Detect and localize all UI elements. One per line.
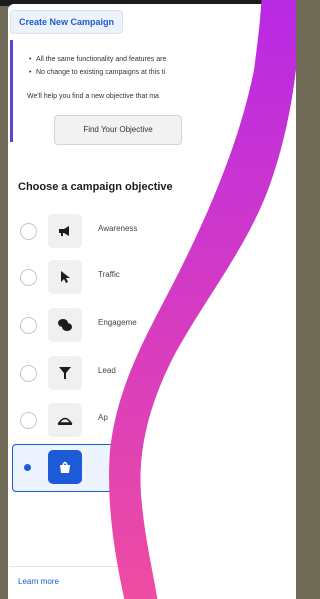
radio-button-selected[interactable] — [24, 464, 31, 471]
objective-option-sales[interactable] — [14, 447, 296, 487]
learn-more-link[interactable]: Learn more — [18, 577, 59, 586]
objective-option-engagement[interactable]: Engageme — [14, 305, 296, 345]
funnel-icon — [48, 356, 82, 390]
sales-bag-icon — [48, 450, 82, 484]
radio-button[interactable] — [20, 317, 37, 334]
objective-option-awareness[interactable]: Awareness — [14, 211, 296, 251]
option-label: Traffic — [98, 270, 120, 279]
footer-divider — [10, 566, 296, 567]
objective-option-traffic[interactable]: Traffic — [14, 257, 296, 297]
create-new-campaign-button[interactable]: Create New Campaign — [10, 10, 124, 34]
objective-option-app-promotion[interactable]: Ap — [14, 400, 296, 440]
section-title: Choose a campaign objective — [18, 181, 173, 193]
chat-bubbles-icon — [48, 308, 82, 342]
option-label: Awareness — [98, 224, 138, 233]
radio-button[interactable] — [20, 365, 37, 382]
notice-bullet: No change to existing campaigns at this … — [29, 69, 165, 76]
option-label: Engageme — [98, 318, 137, 327]
radio-button[interactable] — [20, 412, 37, 429]
app-promotion-icon — [48, 403, 82, 437]
notice-bullet: All the same functionality and features … — [29, 56, 166, 63]
find-your-objective-button[interactable]: Find Your Objective — [54, 115, 182, 145]
objective-option-leads[interactable]: Lead — [14, 353, 296, 393]
notice-help-text: We'll help you find a new objective that… — [27, 93, 159, 100]
radio-button[interactable] — [20, 223, 37, 240]
megaphone-icon — [48, 214, 82, 248]
screen: Create New Campaign All the same functio… — [0, 0, 296, 599]
radio-button[interactable] — [20, 269, 37, 286]
cursor-icon — [48, 260, 82, 294]
option-label: Ap — [98, 413, 108, 422]
option-label: Lead — [98, 366, 116, 375]
